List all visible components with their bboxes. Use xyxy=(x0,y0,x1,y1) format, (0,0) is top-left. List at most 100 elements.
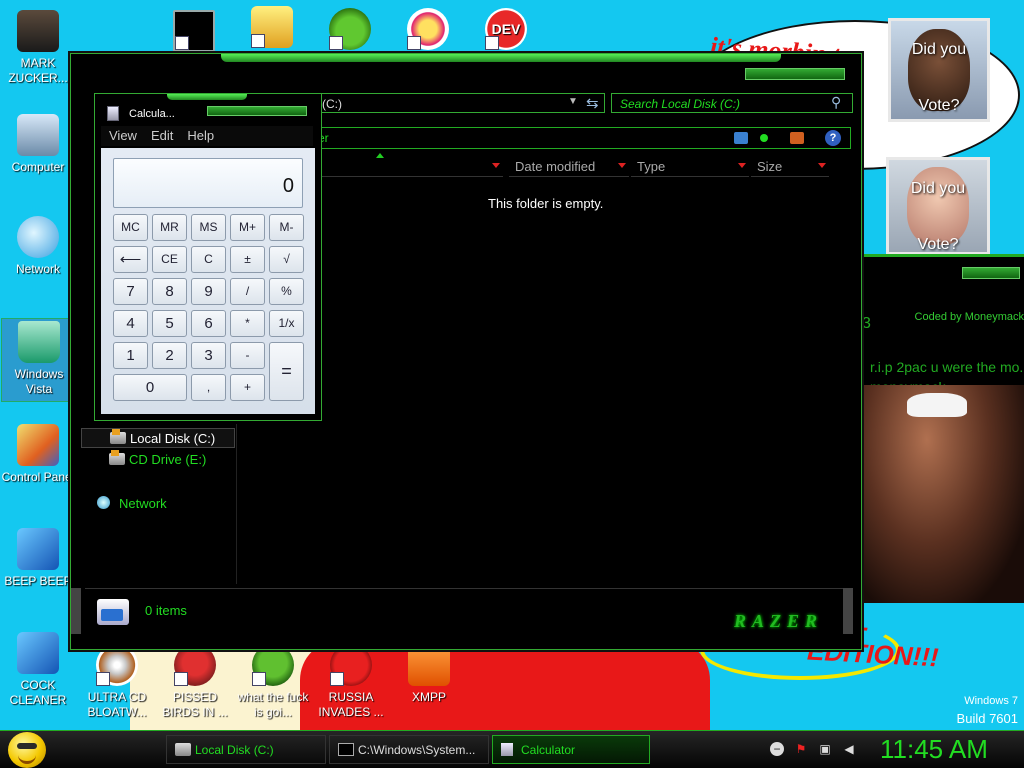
window-control-buttons[interactable] xyxy=(207,106,307,116)
key-subtract[interactable]: - xyxy=(230,342,265,369)
tray-status-icon[interactable]: − xyxy=(770,742,784,756)
key-1[interactable]: 1 xyxy=(113,342,148,369)
navigation-pane[interactable]: Local Disk (C:) CD Drive (E:) Network xyxy=(81,424,237,584)
views-icon[interactable] xyxy=(790,132,804,144)
vote-photo-gadget-1[interactable]: Did you Vote? xyxy=(888,18,990,122)
cmd-icon xyxy=(173,10,215,52)
key-memory-store[interactable]: MS xyxy=(191,214,226,241)
desktop-icon-xmpp[interactable]: XMPP xyxy=(391,644,467,705)
network-tray-icon[interactable]: ▣ xyxy=(818,742,832,756)
details-pane-edge xyxy=(843,588,853,634)
taskbar-clock[interactable]: 11:45 AM xyxy=(880,734,988,765)
taskbar: Local Disk (C:) C:\Windows\System... Cal… xyxy=(0,730,1024,768)
desktop-icon-ultra-cd[interactable]: ULTRA CD BLOATW... xyxy=(79,644,155,720)
key-square-root[interactable]: √ xyxy=(269,246,304,273)
desktop-icon-network[interactable]: Network xyxy=(0,216,76,277)
desktop-icon-computer[interactable]: Computer xyxy=(0,114,76,175)
key-memory-add[interactable]: M+ xyxy=(230,214,265,241)
menu-help[interactable]: Help xyxy=(179,126,220,143)
key-multiply[interactable]: * xyxy=(230,310,265,337)
column-dropdown-icon[interactable] xyxy=(818,163,826,168)
volume-icon[interactable]: ◀ xyxy=(842,742,856,756)
preview-pane-icon[interactable] xyxy=(734,132,748,144)
desktop-icon-russia[interactable]: RUSSIA INVADES ... xyxy=(313,644,389,720)
panel-window-buttons[interactable] xyxy=(962,267,1020,279)
key-3[interactable]: 3 xyxy=(191,342,226,369)
desktop-icon-pissed-birds[interactable]: PISSED BIRDS IN ... xyxy=(157,644,233,720)
key-6[interactable]: 6 xyxy=(191,310,226,337)
details-pane: 0 items RAZER xyxy=(85,588,847,634)
column-header-type[interactable]: Type xyxy=(631,157,749,177)
desktop-icon-cmd[interactable] xyxy=(156,10,232,56)
key-0[interactable]: 0 xyxy=(113,374,187,401)
calculator-window[interactable]: Calcula... View Edit Help 0 MC MR MS M+ M-… xyxy=(94,93,322,421)
desktop-icon-angry-birds[interactable] xyxy=(312,8,388,54)
key-9[interactable]: 9 xyxy=(191,278,226,305)
key-memory-clear[interactable]: MC xyxy=(113,214,148,241)
search-icon[interactable]: ⚲ xyxy=(831,94,841,111)
menu-view[interactable]: View xyxy=(101,126,143,143)
tribute-gadget-panel[interactable]: 3 Coded by Moneymack r.i.p 2pac u were t… xyxy=(862,254,1024,603)
desktop-icon-label: PISSED BIRDS IN ... xyxy=(162,690,228,719)
action-center-flag-icon[interactable]: ⚑ xyxy=(794,742,808,756)
birds-icon xyxy=(174,644,216,686)
key-2[interactable]: 2 xyxy=(152,342,187,369)
key-backspace[interactable]: ⟵ xyxy=(113,246,148,273)
key-clear-entry[interactable]: CE xyxy=(152,246,187,273)
key-reciprocal[interactable]: 1/x xyxy=(269,310,304,337)
column-dropdown-icon[interactable] xyxy=(618,163,626,168)
column-header-date-modified[interactable]: Date modified xyxy=(509,157,629,177)
desktop-icon-folder[interactable] xyxy=(234,6,310,52)
column-label: Size xyxy=(757,159,783,174)
desktop-icon-p-app[interactable] xyxy=(390,8,466,54)
key-percent[interactable]: % xyxy=(269,278,304,305)
key-4[interactable]: 4 xyxy=(113,310,148,337)
taskbar-button-local-disk[interactable]: Local Disk (C:) xyxy=(166,735,326,764)
help-icon[interactable]: ? xyxy=(825,130,841,146)
nav-item-cd-drive[interactable]: CD Drive (E:) xyxy=(81,450,235,470)
column-header-name[interactable] xyxy=(315,157,503,177)
nav-item-network[interactable]: Network xyxy=(81,494,235,514)
desktop-icon-control-panel[interactable]: Control Panel xyxy=(0,424,76,485)
column-header-size[interactable]: Size xyxy=(751,157,829,177)
column-dropdown-icon[interactable] xyxy=(492,163,500,168)
desktop-icon-cock-cleaner[interactable]: COCK CLEANER xyxy=(0,632,76,708)
key-memory-recall[interactable]: MR xyxy=(152,214,187,241)
key-memory-subtract[interactable]: M- xyxy=(269,214,304,241)
key-clear[interactable]: C xyxy=(191,246,226,273)
vote-photo-gadget-2[interactable]: Did you Vote? xyxy=(886,157,990,255)
key-divide[interactable]: / xyxy=(230,278,265,305)
key-decimal[interactable]: , xyxy=(191,374,226,401)
address-bar[interactable]: (C:) xyxy=(315,93,605,113)
key-5[interactable]: 5 xyxy=(152,310,187,337)
taskbar-button-cmd[interactable]: C:\Windows\System... xyxy=(329,735,489,764)
desktop-icon-mark[interactable]: MARK ZUCKER... xyxy=(0,10,76,86)
key-plus-minus[interactable]: ± xyxy=(230,246,265,273)
key-equals[interactable]: = xyxy=(269,342,304,401)
calculator-icon xyxy=(501,743,513,756)
command-bar[interactable]: er xyxy=(315,127,851,149)
nav-item-local-disk[interactable]: Local Disk (C:) xyxy=(81,428,235,448)
start-orb-smiley-icon[interactable] xyxy=(8,732,46,768)
refresh-icon[interactable]: ⇆ xyxy=(586,94,604,112)
status-dot-icon[interactable] xyxy=(760,134,768,142)
address-dropdown-icon[interactable]: ▼ xyxy=(568,96,578,107)
desktop-icon-label: MARK ZUCKER... xyxy=(8,56,68,85)
address-text: (C:) xyxy=(322,97,342,111)
calculator-title: Calcula... xyxy=(129,108,175,120)
window-control-buttons[interactable] xyxy=(745,68,845,80)
column-label: Type xyxy=(637,159,666,174)
desktop-icon-windows-vista[interactable]: Windows Vista xyxy=(1,318,77,402)
nav-item-label: Network xyxy=(119,496,167,511)
menu-edit[interactable]: Edit xyxy=(143,126,179,143)
key-8[interactable]: 8 xyxy=(152,278,187,305)
desktop-icon-wtf[interactable]: what the fuck is goi... xyxy=(235,644,311,720)
column-dropdown-icon[interactable] xyxy=(738,163,746,168)
search-input[interactable]: Search Local Disk (C:) xyxy=(611,93,853,113)
key-add[interactable]: + xyxy=(230,374,265,401)
desktop-icon-devcpp[interactable]: DEV C++ xyxy=(468,8,544,79)
desktop-icon-label: COCK CLEANER xyxy=(9,678,67,707)
desktop-icon-beep[interactable]: BEEP BEEP xyxy=(0,528,76,589)
taskbar-button-calculator[interactable]: Calculator xyxy=(492,735,650,764)
key-7[interactable]: 7 xyxy=(113,278,148,305)
